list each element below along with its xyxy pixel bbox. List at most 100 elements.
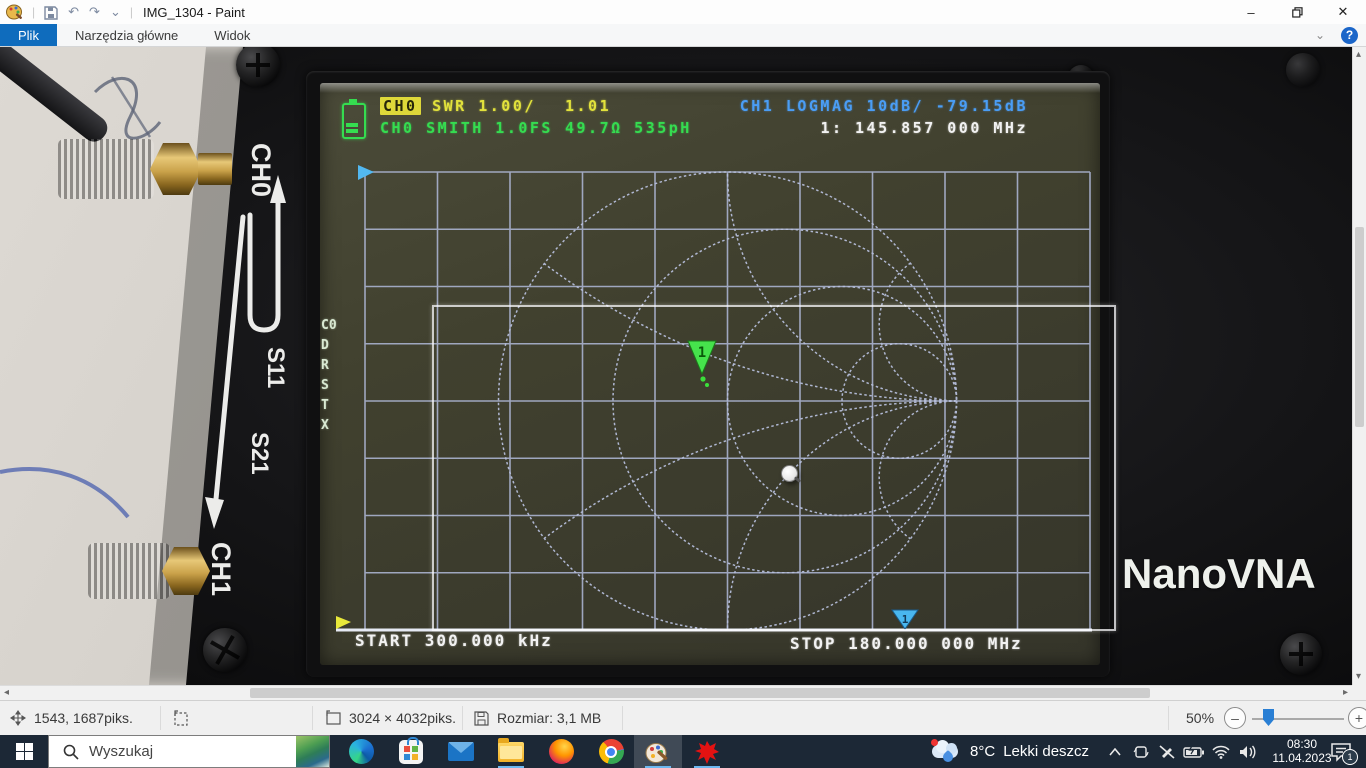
selection-size-icon [172, 710, 189, 726]
smith-value: 49.7Ω 535pH [565, 119, 692, 137]
canvas-area: CH0 S11 S21 CH1 NanoVNA [0, 47, 1366, 700]
scroll-right-icon[interactable]: ▸ [1343, 686, 1348, 700]
zoom-level: 50% [1186, 710, 1214, 726]
start-button[interactable] [0, 735, 48, 768]
ch1-ref-marker [358, 165, 374, 180]
scrollbar-corner [1352, 685, 1366, 700]
title-bar: | ↶ ↷ ⌄ | IMG_1304 - Paint – ✕ [0, 0, 1366, 24]
scroll-left-icon[interactable]: ◂ [4, 686, 9, 700]
ch0-smith-readout: CH0 SMITH 1.0FS [380, 119, 553, 137]
s11-arrow [250, 199, 278, 330]
screen-reflection [432, 305, 1116, 631]
taskbar: Wyszukaj [0, 735, 1366, 768]
notification-center-button[interactable]: 1 [1322, 735, 1362, 768]
horizontal-scrollbar[interactable]: ◂ ▸ [0, 685, 1352, 700]
label-ch0: CH0 [246, 143, 276, 197]
search-input[interactable]: Wyszukaj [48, 735, 330, 768]
cursor-position-icon [10, 710, 26, 726]
taskbar-firefox-button[interactable] [538, 735, 584, 768]
ch0-swr-readout: CH0 SWR 1.00/ [380, 97, 536, 115]
label-s11: S11 [262, 347, 289, 388]
file-size: Rozmiar: 3,1 MB [497, 710, 601, 726]
mail-icon [448, 742, 474, 761]
search-placeholder: Wyszukaj [89, 743, 153, 760]
paint-icon [645, 740, 671, 764]
separator: | [32, 5, 35, 19]
marker-frequency: 1: 145.857 000 MHz [820, 119, 1028, 137]
horizontal-scroll-thumb[interactable] [250, 688, 1150, 698]
minimize-button[interactable]: – [1228, 0, 1274, 24]
rotation-lock-icon [1132, 744, 1150, 760]
label-ch1: CH1 [206, 542, 236, 596]
battery-button[interactable] [1180, 735, 1208, 768]
swr-value: 1.01 [565, 97, 611, 115]
wifi-button[interactable] [1208, 735, 1234, 768]
image-size: 3024 × 4032piks. [349, 710, 456, 726]
s21-arrow [216, 217, 243, 499]
windows-logo-icon [16, 743, 33, 760]
calibration-status: C0 D R S T X [321, 316, 337, 436]
photo-canvas[interactable]: CH0 S11 S21 CH1 NanoVNA [0, 47, 1352, 685]
help-icon[interactable]: ? [1341, 27, 1358, 44]
taskbar-explorer-button[interactable] [488, 735, 534, 768]
chrome-icon [599, 739, 624, 764]
collapse-ribbon-icon[interactable]: ⌄ [1309, 27, 1331, 43]
scroll-up-icon[interactable]: ▴ [1356, 48, 1361, 62]
screw-top-right [1286, 53, 1320, 87]
separator: | [130, 5, 133, 19]
tab-home[interactable]: Narzędzia główne [57, 24, 196, 46]
save-button[interactable] [39, 1, 63, 23]
tab-file[interactable]: Plik [0, 24, 57, 46]
stop-frequency: STOP 180.000 000 MHz [790, 634, 1023, 653]
search-icon [63, 744, 79, 760]
weather-widget[interactable]: 8°C Lekki deszcz [930, 735, 1105, 768]
search-highlight-image[interactable] [296, 736, 329, 767]
undo-button[interactable]: ↶ [63, 1, 84, 23]
ch0-ref-marker [336, 616, 351, 629]
restore-button[interactable] [1274, 0, 1320, 24]
taskbar-paint-button-active[interactable] [634, 735, 682, 768]
zoom-slider-thumb[interactable] [1263, 709, 1274, 726]
image-size-icon [324, 710, 341, 726]
mouse-cursor [781, 465, 798, 482]
screw-bottom-right [1280, 633, 1322, 675]
battery-icon [342, 103, 366, 139]
notification-icon: 1 [1330, 742, 1354, 762]
file-size-icon [474, 711, 489, 726]
taskbar-mail-button[interactable] [438, 735, 484, 768]
pen-slash-icon [1158, 744, 1176, 760]
zoom-in-button[interactable]: + [1348, 707, 1366, 729]
label-s21: S21 [246, 432, 273, 475]
vertical-scrollbar[interactable]: ▴ ▾ [1352, 47, 1366, 685]
taskbar-irfanview-button[interactable] [684, 735, 730, 768]
zoom-out-button[interactable]: – [1224, 707, 1246, 729]
hidden-icons-button[interactable] [1102, 735, 1128, 768]
scroll-down-icon[interactable]: ▾ [1356, 670, 1361, 684]
chevron-up-icon [1109, 748, 1121, 756]
rotation-lock-button[interactable] [1128, 735, 1154, 768]
firefox-icon [549, 739, 574, 764]
vertical-scroll-thumb[interactable] [1355, 227, 1364, 427]
taskbar-edge-button[interactable] [338, 735, 384, 768]
quick-access-dropdown[interactable]: ⌄ [105, 1, 126, 23]
wifi-icon [1212, 745, 1230, 759]
taskbar-chrome-button[interactable] [588, 735, 634, 768]
start-frequency: START 300.000 kHz [355, 631, 553, 650]
taskbar-store-button[interactable] [388, 735, 434, 768]
device-logo: NanoVNA [1122, 550, 1348, 598]
status-bar: 1543, 1687piks. 3024 × 4032piks. Rozmiar… [0, 700, 1366, 735]
edge-icon [349, 739, 374, 764]
weather-temp: 8°C [970, 743, 995, 760]
close-button[interactable]: ✕ [1320, 0, 1366, 24]
tab-view[interactable]: Widok [196, 24, 268, 46]
paint-app-icon [6, 4, 24, 20]
redo-button[interactable]: ↷ [84, 1, 105, 23]
file-explorer-icon [498, 742, 524, 762]
red-app-icon [694, 739, 720, 765]
window-title: IMG_1304 - Paint [143, 5, 245, 20]
ch1-logmag-readout: CH1 LOGMAG 10dB/ -79.15dB [740, 97, 1028, 115]
pen-disabled-button[interactable] [1154, 735, 1180, 768]
case-print: CH0 S11 S21 CH1 [0, 47, 320, 685]
weather-desc: Lekki deszcz [1003, 743, 1089, 760]
store-icon [399, 740, 423, 764]
